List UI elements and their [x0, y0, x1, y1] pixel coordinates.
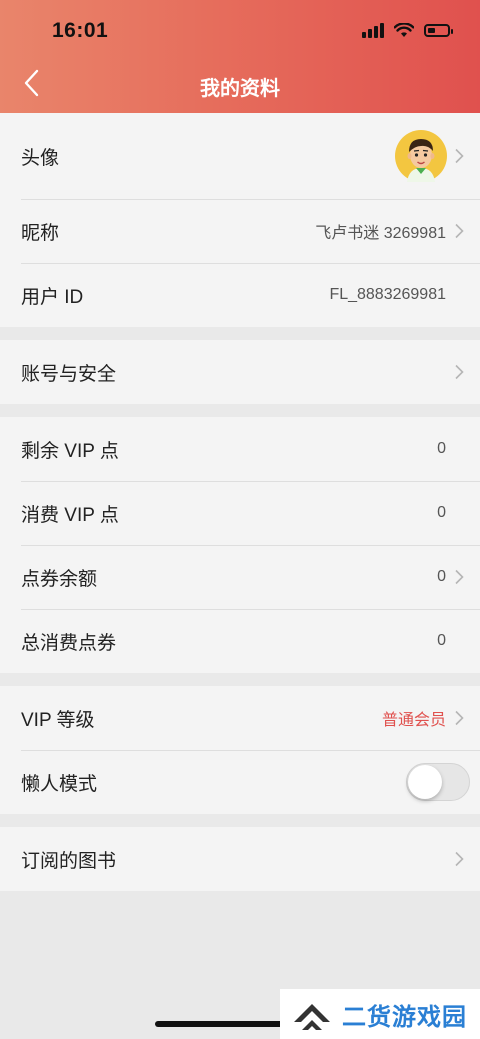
user-id-value: FL_8883269981 [329, 286, 446, 303]
avatar [395, 130, 447, 182]
remaining-vip-label: 剩余 VIP 点 [21, 440, 119, 462]
avatar-row[interactable]: 头像 [0, 113, 480, 199]
chevron-right-icon [455, 148, 464, 164]
signal-icon [362, 22, 384, 38]
chevron-right-icon [455, 851, 464, 867]
chevron-right-icon [455, 364, 464, 380]
user-id-row: 用户 ID FL_8883269981 [0, 263, 480, 327]
subscribed-books-row[interactable]: 订阅的图书 [0, 827, 480, 891]
nickname-row[interactable]: 昵称 飞卢书迷 3269981 [0, 199, 480, 263]
subscriptions-group: 订阅的图书 [0, 827, 480, 891]
total-coupon-spent-row: 总消费点券 0 [0, 609, 480, 673]
total-coupon-spent-label: 总消费点券 [21, 632, 117, 654]
avatar-label: 头像 [21, 147, 60, 169]
vip-points-group: 剩余 VIP 点 0 消费 VIP 点 0 点券余额 0 总消费点券 0 [0, 417, 480, 673]
chevron-right-icon [455, 710, 464, 726]
profile-content: 头像 昵称 飞卢书迷 3269981 用户 ID FL_8883269981 账… [0, 113, 480, 904]
watermark-logo-icon [294, 1004, 330, 1030]
subscribed-books-label: 订阅的图书 [21, 850, 117, 872]
total-coupon-spent-value: 0 [437, 632, 446, 649]
user-id-label: 用户 ID [21, 286, 84, 308]
watermark: 二货游戏园 [280, 989, 480, 1039]
settings-group: VIP 等级 普通会员 懒人模式 [0, 686, 480, 814]
nickname-label: 昵称 [21, 222, 60, 244]
coupon-balance-value: 0 [437, 568, 446, 585]
vip-level-value: 普通会员 [381, 712, 446, 729]
coupon-balance-row[interactable]: 点券余额 0 [0, 545, 480, 609]
wifi-icon [394, 22, 414, 37]
page-title: 我的资料 [200, 78, 280, 100]
account-group: 账号与安全 [0, 340, 480, 404]
battery-icon [424, 23, 453, 37]
coupon-balance-label: 点券余额 [21, 568, 98, 590]
app-header: 16:01 我的资料 [0, 0, 480, 113]
lazy-mode-toggle[interactable] [406, 763, 470, 801]
spent-vip-row: 消费 VIP 点 0 [0, 481, 480, 545]
status-icons [362, 22, 453, 38]
account-security-row[interactable]: 账号与安全 [0, 340, 480, 404]
nickname-value: 飞卢书迷 3269981 [315, 225, 446, 242]
vip-level-row[interactable]: VIP 等级 普通会员 [0, 686, 480, 750]
chevron-right-icon [455, 223, 464, 239]
spent-vip-label: 消费 VIP 点 [21, 504, 119, 526]
status-time: 16:01 [52, 19, 109, 42]
lazy-mode-label: 懒人模式 [21, 773, 98, 795]
toggle-knob [408, 765, 442, 799]
chevron-right-icon [455, 569, 464, 585]
remaining-vip-row: 剩余 VIP 点 0 [0, 417, 480, 481]
lazy-mode-row: 懒人模式 [0, 750, 480, 814]
account-security-label: 账号与安全 [21, 363, 117, 385]
spent-vip-value: 0 [437, 504, 446, 521]
vip-level-label: VIP 等级 [21, 709, 95, 731]
watermark-text: 二货游戏园 [342, 1003, 467, 1031]
remaining-vip-value: 0 [437, 440, 446, 457]
profile-group: 头像 昵称 飞卢书迷 3269981 用户 ID FL_8883269981 [0, 113, 480, 327]
